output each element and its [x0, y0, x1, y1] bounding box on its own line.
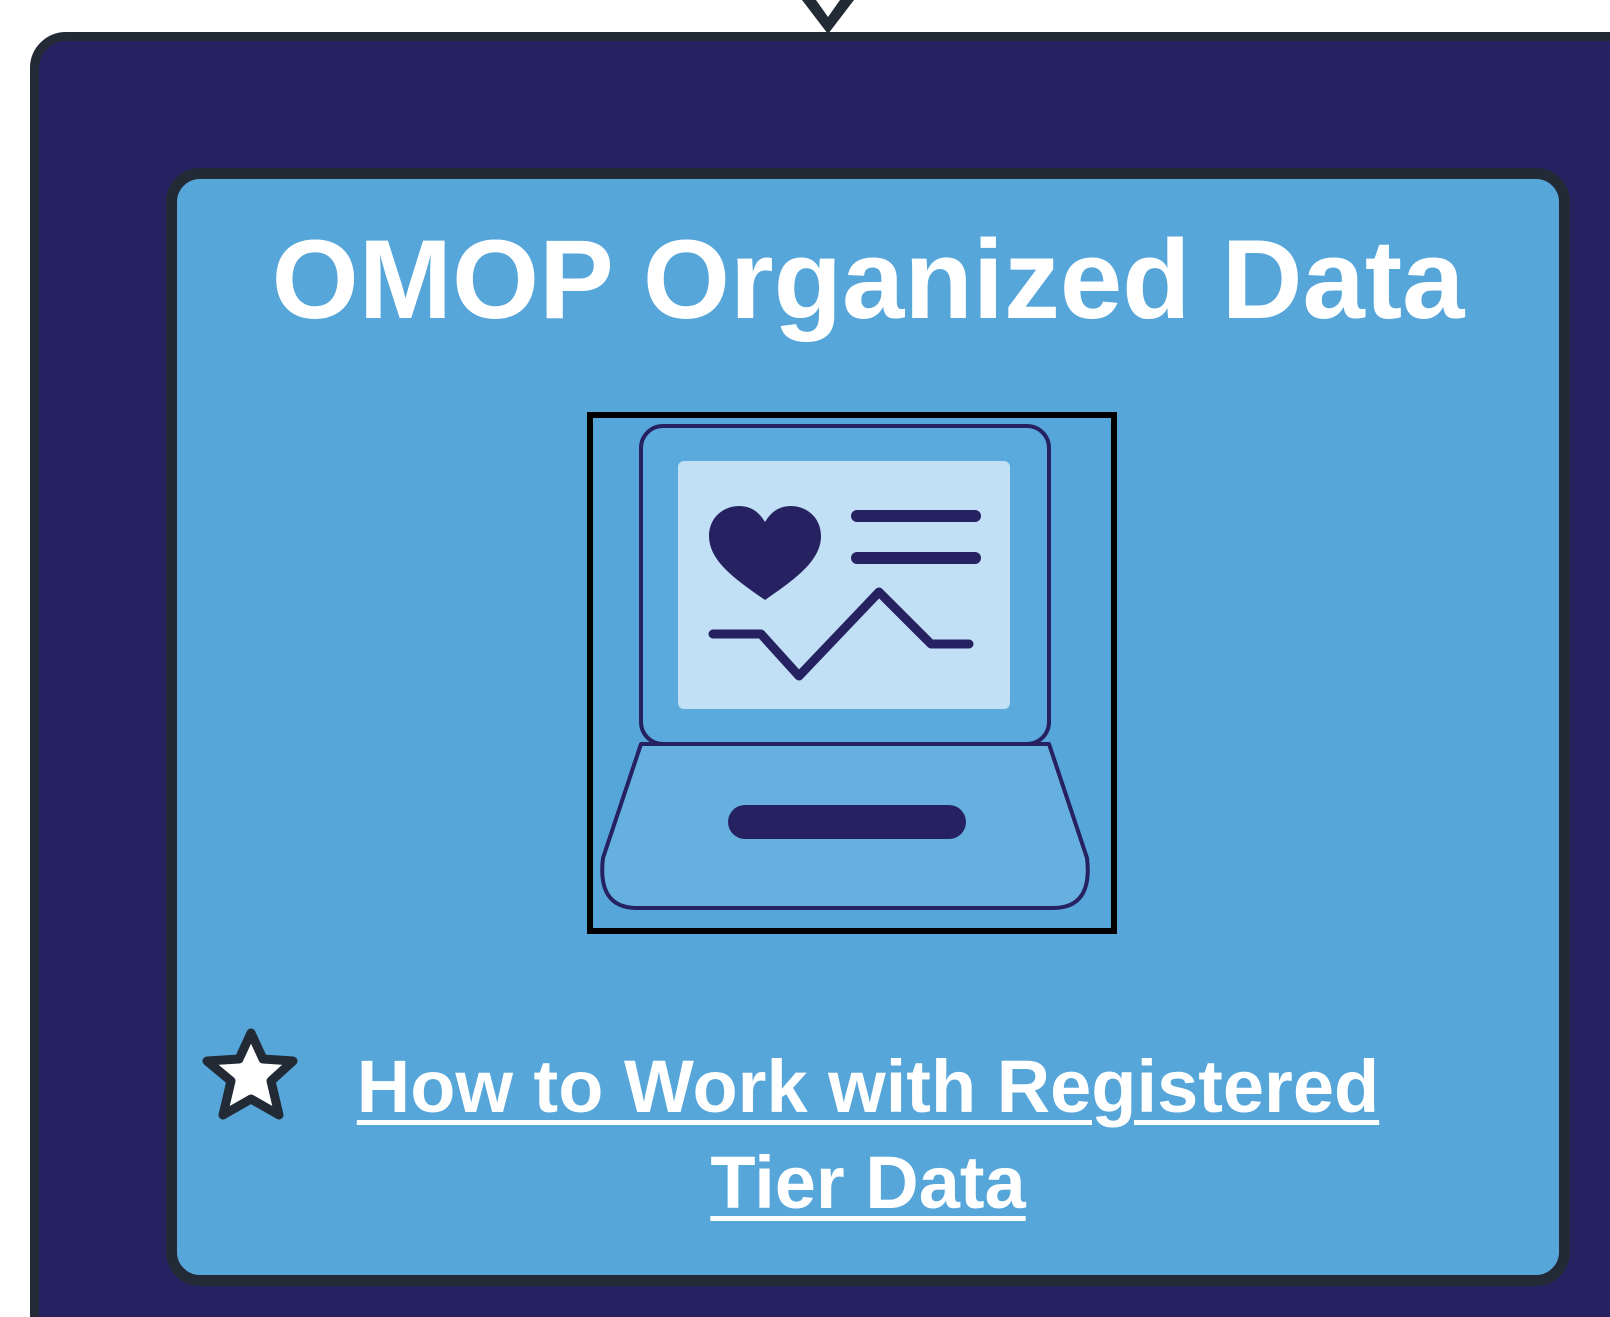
registered-tier-data-link[interactable]: How to Work with Registered Tier Data	[303, 1039, 1433, 1231]
omop-card[interactable]: OMOP Organized Data How to Work with Reg…	[166, 168, 1570, 1286]
card-title: OMOP Organized Data	[271, 217, 1465, 342]
link-row: How to Work with Registered Tier Data	[177, 1028, 1559, 1231]
laptop-health-record-icon	[600, 424, 1090, 910]
canvas: OMOP Organized Data How to Work with Reg…	[0, 0, 1610, 1317]
star-icon	[202, 1028, 298, 1120]
link-wrapper: How to Work with Registered Tier Data	[202, 1028, 1433, 1231]
outer-container: OMOP Organized Data How to Work with Reg…	[30, 32, 1610, 1317]
laptop-health-record-image	[587, 412, 1117, 934]
connector-arrow-icon	[802, 0, 854, 34]
